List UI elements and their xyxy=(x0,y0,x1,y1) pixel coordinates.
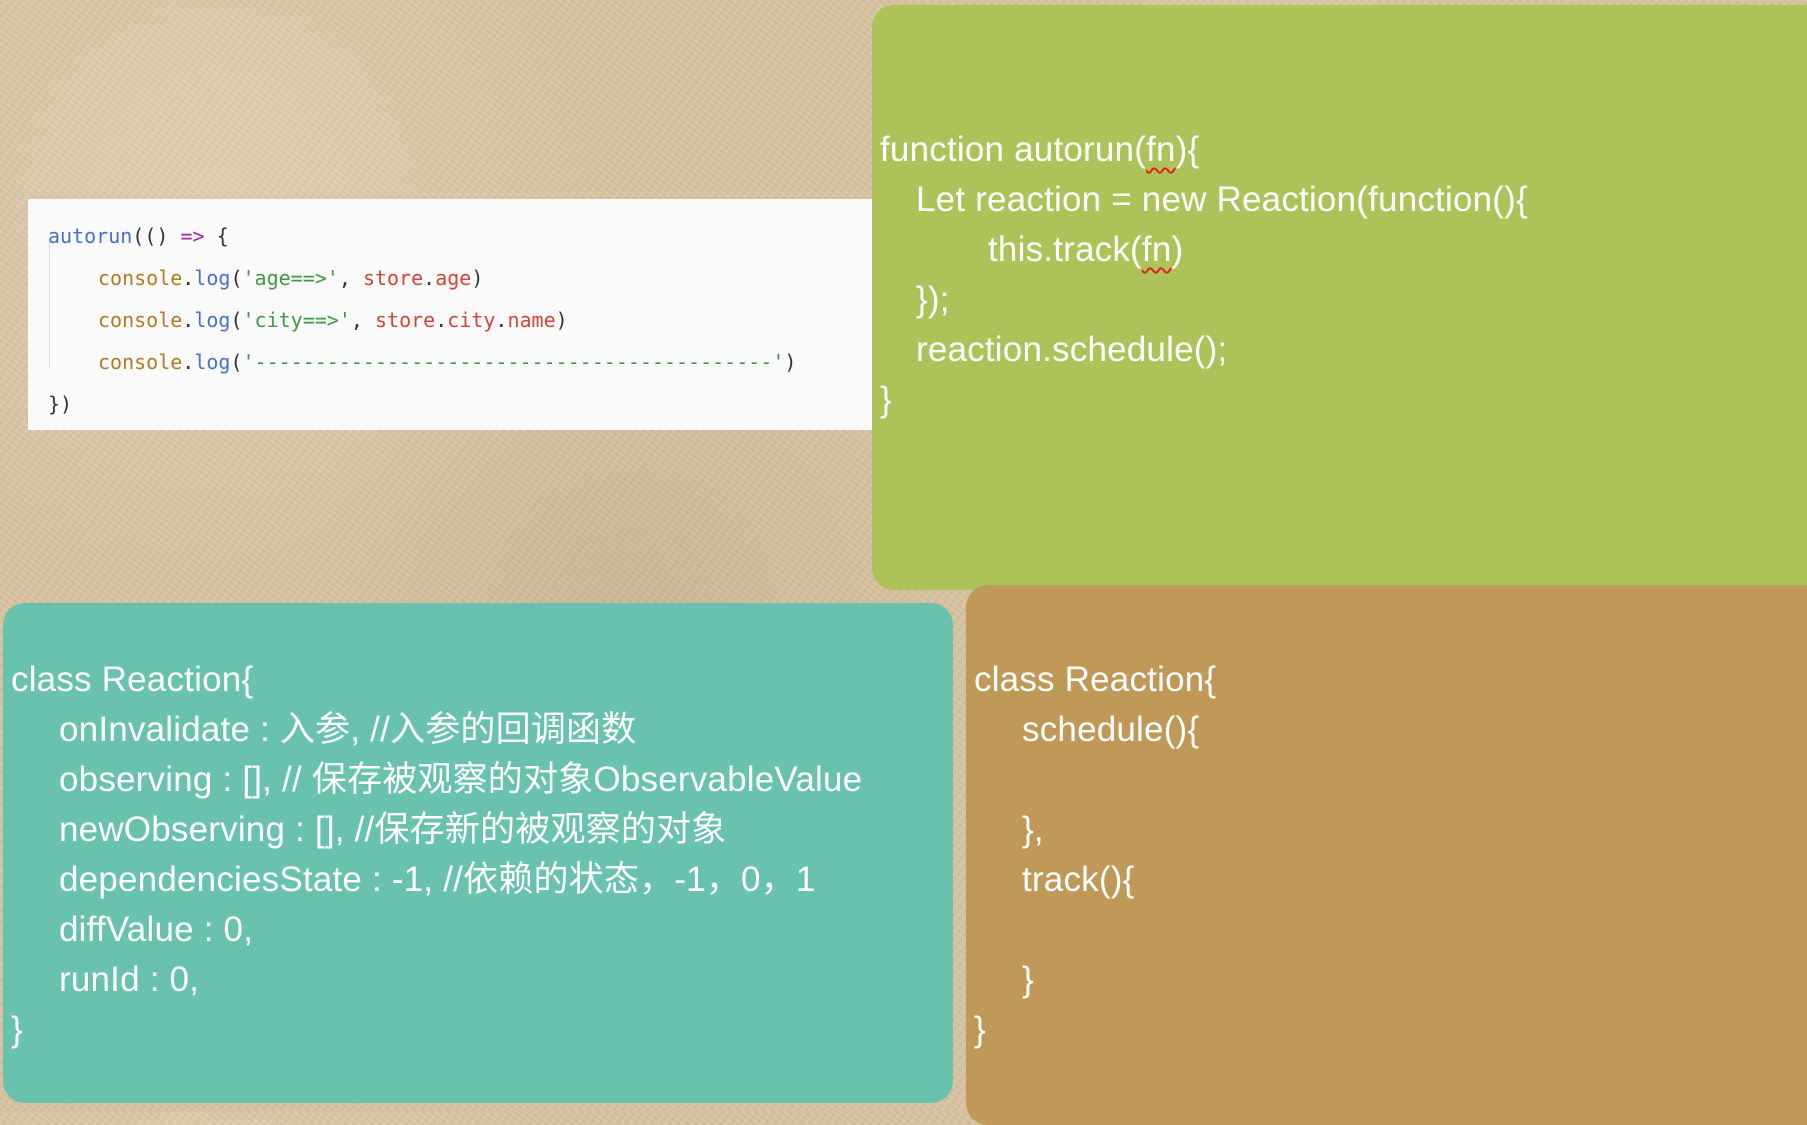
code-token: , xyxy=(350,308,375,332)
reaction-methods-line-4: }, xyxy=(1022,810,1044,849)
reaction-fields-line-3: observing : [], // 保存被观察的对象ObservableVal… xyxy=(59,760,863,799)
text-segment: this.track( xyxy=(988,230,1142,269)
reaction-methods-line-1: class Reaction{ xyxy=(974,660,1217,699)
reaction-fields-line-5: dependenciesState : -1, //依赖的状态，-1，0，1 xyxy=(59,860,816,899)
code-token: log xyxy=(194,350,231,374)
reaction-methods-line-3 xyxy=(974,755,1807,805)
code-token: { xyxy=(204,224,229,248)
code-token: 'age==>' xyxy=(242,266,339,290)
spellcheck-underlined-word: fn xyxy=(1141,230,1172,269)
code-snippet-panel: autorun(() => { console.log('age==>', st… xyxy=(28,199,875,430)
autorun-line-4: }); xyxy=(916,280,950,319)
code-token: ) xyxy=(784,350,797,374)
code-token: . xyxy=(182,350,195,374)
reaction-fields-card[interactable]: class Reaction{ onInvalidate : 入参, //入参的… xyxy=(3,603,953,1103)
code-token: ) xyxy=(471,266,484,290)
reaction-fields-line-7: runId : 0, xyxy=(59,960,200,999)
reaction-methods-line-5: track(){ xyxy=(1022,860,1135,899)
spellcheck-underlined-word: fn xyxy=(1146,130,1176,169)
code-token: log xyxy=(194,266,231,290)
code-token: (() xyxy=(132,224,181,248)
autorun-function-card[interactable]: function autorun(fn){ Let reaction = new… xyxy=(872,5,1807,590)
code-token: => xyxy=(180,224,205,248)
code-token: ( xyxy=(230,308,243,332)
code-token: console xyxy=(98,350,183,374)
reaction-fields-line-4: newObserving : [], //保存新的被观察的对象 xyxy=(59,810,727,849)
code-token: . xyxy=(423,266,436,290)
code-token: , xyxy=(338,266,363,290)
autorun-line-2: Let reaction = new Reaction(function(){ xyxy=(916,180,1528,219)
code-token: ( xyxy=(230,266,243,290)
code-token: name xyxy=(507,308,556,332)
autorun-line-1: function autorun(fn){ xyxy=(880,125,1807,175)
code-line-1: autorun(() => { xyxy=(48,215,875,257)
text-segment: ){ xyxy=(1175,130,1200,169)
reaction-fields-line-2: onInvalidate : 入参, //入参的回调函数 xyxy=(59,710,637,749)
reaction-methods-line-7: } xyxy=(1022,960,1034,999)
code-token: ) xyxy=(555,308,568,332)
code-token: '---------------------------------------… xyxy=(242,350,785,374)
reaction-fields-line-8: } xyxy=(11,1010,23,1049)
code-token: store xyxy=(374,308,436,332)
code-token: store xyxy=(362,266,424,290)
reaction-fields-line-1: class Reaction{ xyxy=(11,660,254,699)
code-token: console xyxy=(98,266,183,290)
code-line-4: console.log('---------------------------… xyxy=(48,341,875,383)
code-token: log xyxy=(194,308,231,332)
code-token: autorun xyxy=(48,224,133,248)
code-token: . xyxy=(495,308,508,332)
code-token: city xyxy=(447,308,496,332)
text-segment: ) xyxy=(1171,230,1184,269)
code-line-2: console.log('age==>', store.age) xyxy=(48,257,875,299)
autorun-line-3: this.track(fn) xyxy=(880,225,1807,275)
code-token: console xyxy=(98,308,183,332)
reaction-methods-line-6 xyxy=(974,905,1807,955)
reaction-methods-card[interactable]: class Reaction{ schedule(){ }, track(){ … xyxy=(966,585,1807,1125)
code-token: . xyxy=(435,308,448,332)
code-line-5: }) xyxy=(48,392,73,416)
reaction-methods-line-8: } xyxy=(974,1010,986,1049)
reaction-methods-line-2: schedule(){ xyxy=(1022,710,1200,749)
text-segment: function autorun( xyxy=(880,130,1147,169)
code-token: . xyxy=(182,308,195,332)
code-token: ( xyxy=(230,350,243,374)
code-token: . xyxy=(182,266,195,290)
code-token: 'city==>' xyxy=(242,308,351,332)
autorun-line-5: reaction.schedule(); xyxy=(916,330,1228,369)
code-token: age xyxy=(435,266,472,290)
reaction-fields-line-6: diffValue : 0, xyxy=(59,910,254,949)
code-line-3: console.log('city==>', store.city.name) xyxy=(48,299,875,341)
autorun-line-6: } xyxy=(880,380,892,419)
